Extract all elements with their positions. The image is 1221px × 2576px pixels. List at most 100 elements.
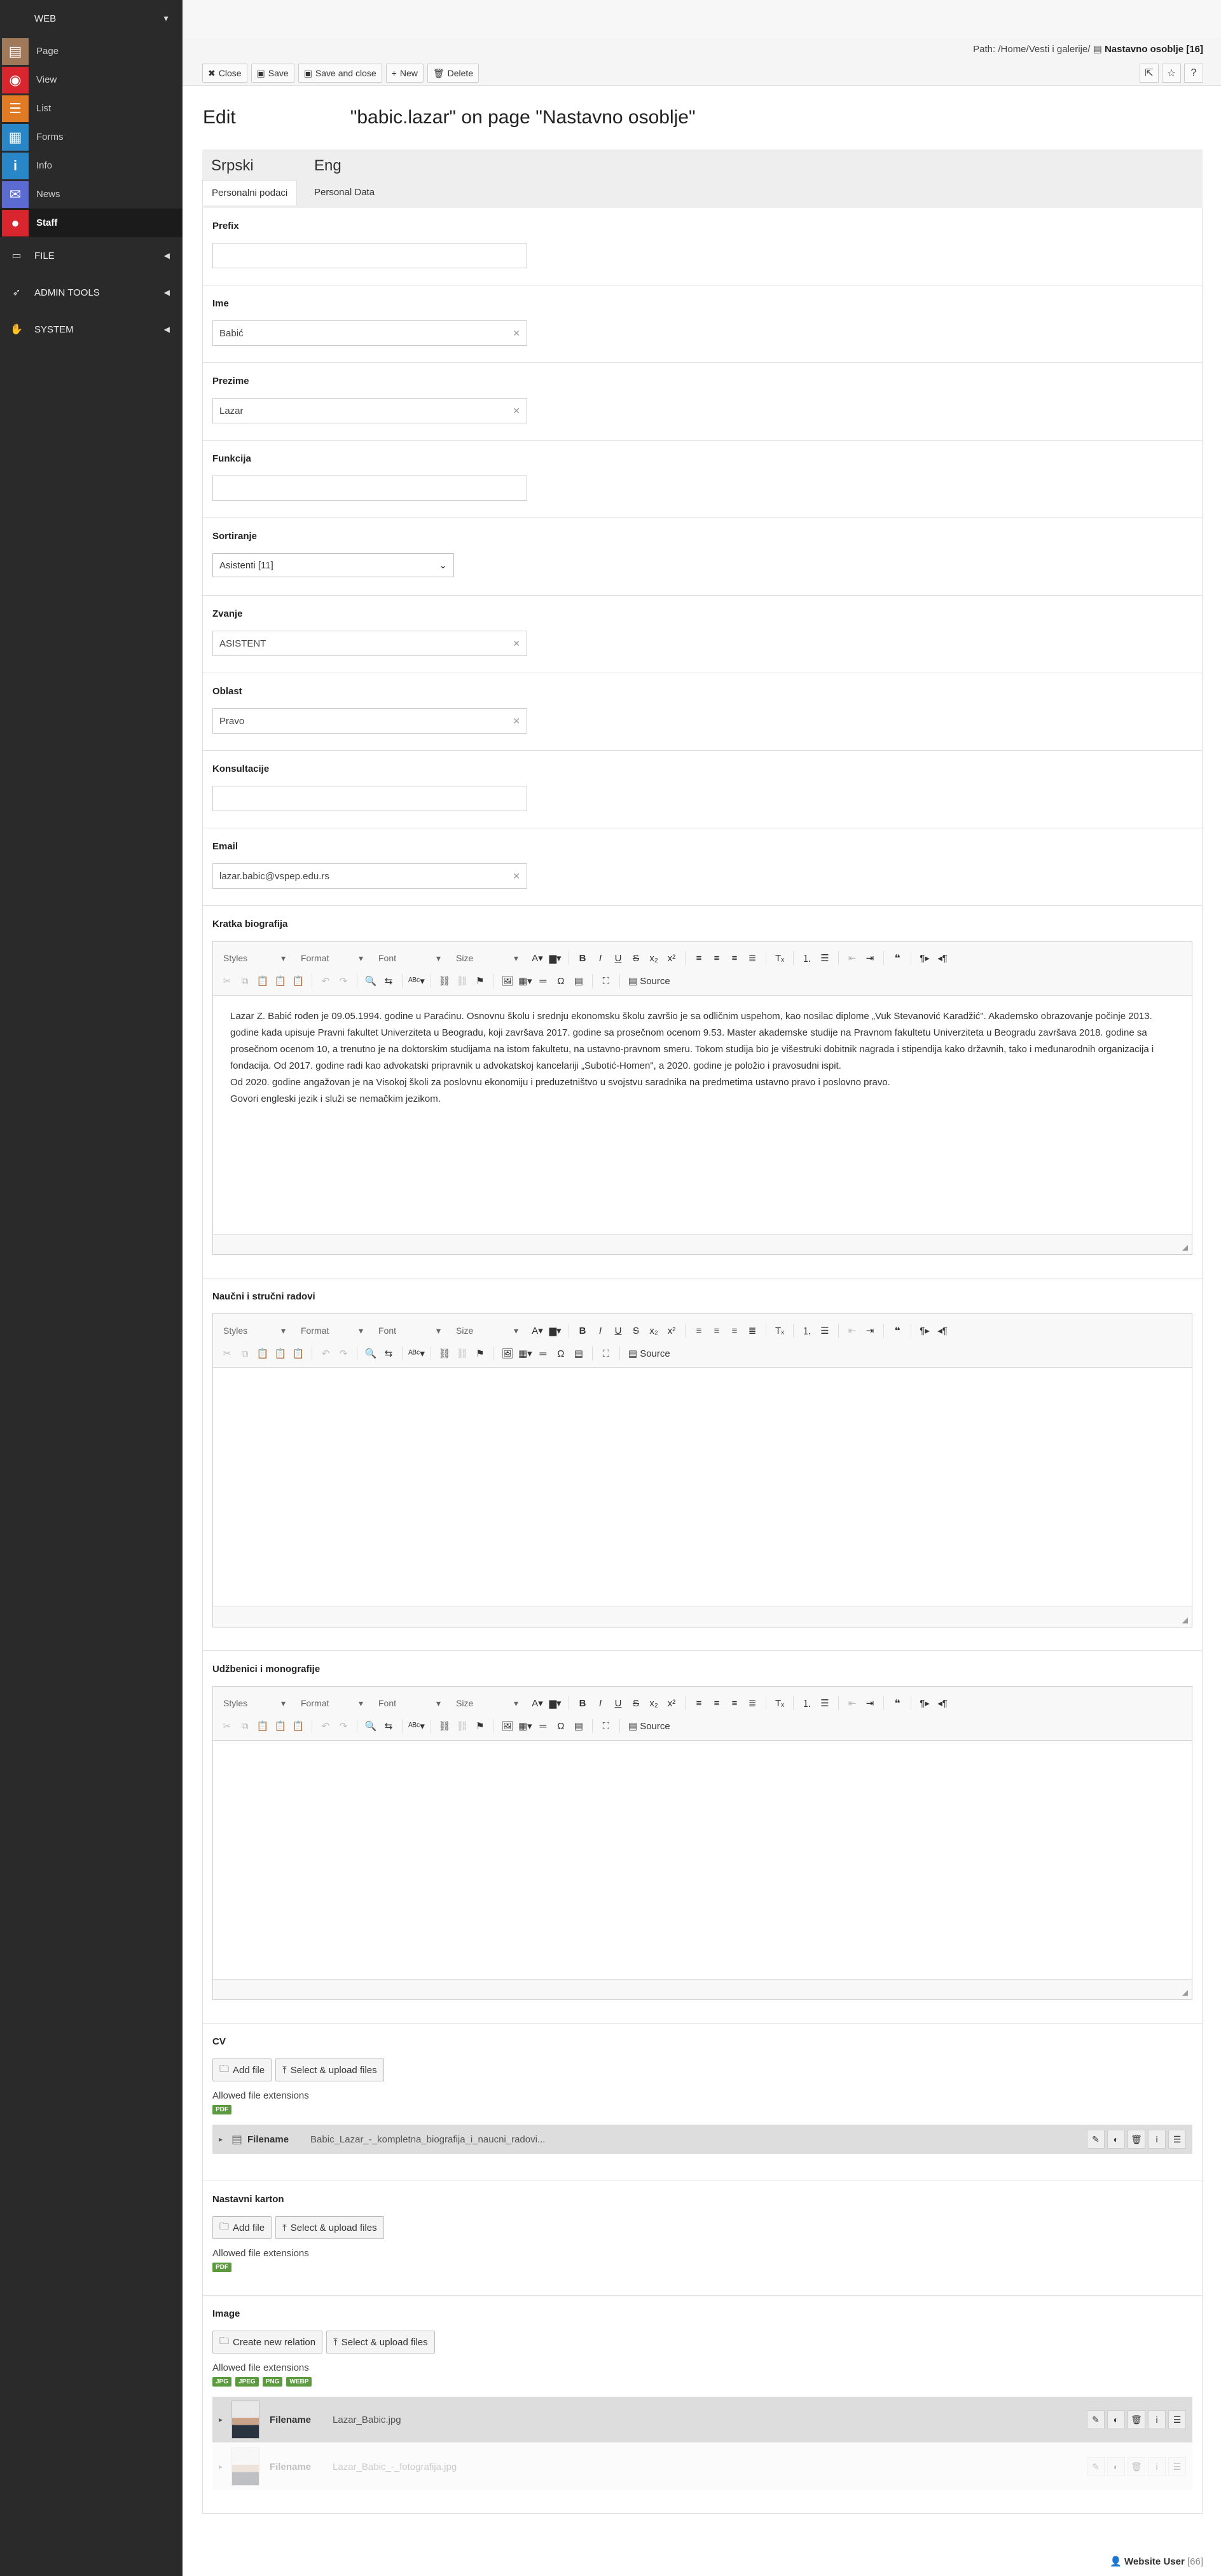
table-icon[interactable]: ▦▾ xyxy=(518,972,533,990)
link-icon[interactable]: ⛓ xyxy=(437,1345,452,1362)
outdent-icon[interactable]: ⇤ xyxy=(845,1322,860,1339)
sidebar-item-page[interactable]: ▤ Page xyxy=(0,37,183,65)
add-file-button[interactable]: 🗀 Add file xyxy=(212,2216,272,2239)
clear-icon[interactable]: ✕ xyxy=(513,328,520,339)
save-and-close-button[interactable]: ▣ Save and close xyxy=(298,64,382,83)
email-input[interactable]: lazar.babic@vspep.edu.rs ✕ xyxy=(212,863,527,889)
toggle-icon[interactable]: ◐ xyxy=(1107,2410,1125,2429)
tab-eng[interactable]: Eng Personal Data xyxy=(305,152,407,208)
font-dropdown[interactable]: Font ▾ xyxy=(375,949,445,967)
bg-color-icon[interactable]: ▆▾ xyxy=(548,1322,563,1339)
maximize-icon[interactable]: ⛶ xyxy=(598,972,614,990)
align-center-icon[interactable]: ≡ xyxy=(709,1694,724,1712)
image-icon[interactable]: 🖼 xyxy=(500,1717,515,1735)
trash-icon[interactable]: 🗑 xyxy=(1128,2130,1145,2149)
konsultacije-input[interactable] xyxy=(212,786,527,811)
sidebar-item-news[interactable]: ✉ News xyxy=(0,180,183,209)
copy-icon[interactable]: ⧉ xyxy=(237,1345,252,1362)
external-link-icon[interactable]: ⇱ xyxy=(1140,64,1159,83)
bulleted-list-icon[interactable]: ☰ xyxy=(817,1322,832,1339)
ltr-icon[interactable]: ¶▸ xyxy=(917,1694,932,1712)
spellcheck-icon[interactable]: ᴬᴮᶜ▾ xyxy=(408,1717,425,1735)
sidebar-item-staff[interactable]: ● Staff xyxy=(0,209,183,237)
paste-word-icon[interactable]: 📋 xyxy=(291,1717,306,1735)
replace-icon[interactable]: ⇆ xyxy=(381,1345,396,1362)
horizontal-rule-icon[interactable]: ═ xyxy=(535,1717,551,1735)
anchor-icon[interactable]: ⚑ xyxy=(473,1345,488,1362)
replace-icon[interactable]: ⇆ xyxy=(381,1717,396,1735)
horizontal-rule-icon[interactable]: ═ xyxy=(535,972,551,990)
paste-icon[interactable]: 📋 xyxy=(255,972,270,990)
unlink-icon[interactable]: ⛓ xyxy=(455,972,470,990)
align-center-icon[interactable]: ≡ xyxy=(709,1322,724,1339)
edit-icon[interactable]: ✎ xyxy=(1087,2457,1105,2476)
spellcheck-icon[interactable]: ᴬᴮᶜ▾ xyxy=(408,972,425,990)
sidebar-item-view[interactable]: ◉ View xyxy=(0,65,183,94)
iframe-icon[interactable]: ▤ xyxy=(571,1717,586,1735)
indent-icon[interactable]: ⇥ xyxy=(862,949,878,967)
ltr-icon[interactable]: ¶▸ xyxy=(917,949,932,967)
caret-right-icon[interactable]: ▸ xyxy=(219,2415,231,2424)
numbered-list-icon[interactable]: ⒈ xyxy=(799,1694,815,1712)
bold-icon[interactable]: B xyxy=(575,949,590,967)
new-button[interactable]: + New xyxy=(385,64,424,83)
select-upload-button[interactable]: ⤒ Select & upload files xyxy=(275,2059,384,2081)
drag-handle-icon[interactable]: ☰ xyxy=(1168,2410,1186,2429)
caret-right-icon[interactable]: ▸ xyxy=(219,2135,231,2144)
clear-icon[interactable]: ✕ xyxy=(513,871,520,882)
caret-right-icon[interactable]: ▸ xyxy=(219,2462,231,2471)
paste-text-icon[interactable]: 📋 xyxy=(273,1345,288,1362)
image-file-row[interactable]: ▸ Filename Lazar_Babic_-_fotografija.jpg… xyxy=(212,2444,1192,2490)
rtl-icon[interactable]: ◂¶ xyxy=(935,1322,950,1339)
align-left-icon[interactable]: ≡ xyxy=(691,1322,707,1339)
subscript-icon[interactable]: x₂ xyxy=(646,949,661,967)
ime-input[interactable]: Babić ✕ xyxy=(212,320,527,346)
align-left-icon[interactable]: ≡ xyxy=(691,949,707,967)
paste-word-icon[interactable]: 📋 xyxy=(291,972,306,990)
close-button[interactable]: ✖ Close xyxy=(202,64,247,83)
blockquote-icon[interactable]: ❝ xyxy=(890,1694,905,1712)
breadcrumb-path[interactable]: Path: /Home/Vesti i galerije/ xyxy=(973,44,1090,55)
outdent-icon[interactable]: ⇤ xyxy=(845,949,860,967)
table-icon[interactable]: ▦▾ xyxy=(518,1717,533,1735)
undo-icon[interactable]: ↶ xyxy=(318,972,333,990)
unlink-icon[interactable]: ⛓ xyxy=(455,1717,470,1735)
replace-icon[interactable]: ⇆ xyxy=(381,972,396,990)
bulleted-list-icon[interactable]: ☰ xyxy=(817,949,832,967)
iframe-icon[interactable]: ▤ xyxy=(571,1345,586,1362)
delete-button[interactable]: 🗑 Delete xyxy=(427,64,479,83)
info-icon[interactable]: i xyxy=(1148,2410,1166,2429)
source-button[interactable]: ▤ Source xyxy=(626,1345,673,1362)
size-dropdown[interactable]: Size ▾ xyxy=(452,1322,522,1339)
toggle-icon[interactable]: ◐ xyxy=(1107,2457,1125,2476)
table-icon[interactable]: ▦▾ xyxy=(518,1345,533,1362)
undo-icon[interactable]: ↶ xyxy=(318,1345,333,1362)
strike-icon[interactable]: S xyxy=(628,1694,644,1712)
superscript-icon[interactable]: x² xyxy=(664,949,679,967)
image-icon[interactable]: 🖼 xyxy=(500,1345,515,1362)
file-row[interactable]: ▸ ▤ Filename Babic_Lazar_-_kompletna_bio… xyxy=(212,2125,1192,2154)
oblast-input[interactable]: Pravo ✕ xyxy=(212,708,527,734)
resize-handle-icon[interactable]: ◢ xyxy=(1182,1615,1188,1624)
sidebar-item-list[interactable]: ☰ List xyxy=(0,94,183,123)
align-left-icon[interactable]: ≡ xyxy=(691,1694,707,1712)
underline-icon[interactable]: U xyxy=(610,1322,626,1339)
paste-text-icon[interactable]: 📋 xyxy=(273,972,288,990)
paste-icon[interactable]: 📋 xyxy=(255,1345,270,1362)
bg-color-icon[interactable]: ▆▾ xyxy=(548,1694,563,1712)
find-icon[interactable]: 🔍 xyxy=(363,972,378,990)
sidebar-group-admin-tools[interactable]: ➶ ADMIN TOOLS ◀ xyxy=(0,274,183,311)
funkcija-input[interactable] xyxy=(212,476,527,501)
indent-icon[interactable]: ⇥ xyxy=(862,1694,878,1712)
superscript-icon[interactable]: x² xyxy=(664,1322,679,1339)
maximize-icon[interactable]: ⛶ xyxy=(598,1717,614,1735)
paste-word-icon[interactable]: 📋 xyxy=(291,1345,306,1362)
strike-icon[interactable]: S xyxy=(628,1322,644,1339)
align-justify-icon[interactable]: ≣ xyxy=(745,1694,760,1712)
image-file-row[interactable]: ▸ Filename Lazar_Babic.jpg ✎ ◐ 🗑 i ☰ xyxy=(212,2397,1192,2442)
underline-icon[interactable]: U xyxy=(610,949,626,967)
editor-body[interactable]: Lazar Z. Babić rođen je 09.05.1994. godi… xyxy=(213,996,1192,1234)
special-char-icon[interactable]: Ω xyxy=(553,1717,569,1735)
trash-icon[interactable]: 🗑 xyxy=(1128,2457,1145,2476)
font-dropdown[interactable]: Font ▾ xyxy=(375,1694,445,1712)
